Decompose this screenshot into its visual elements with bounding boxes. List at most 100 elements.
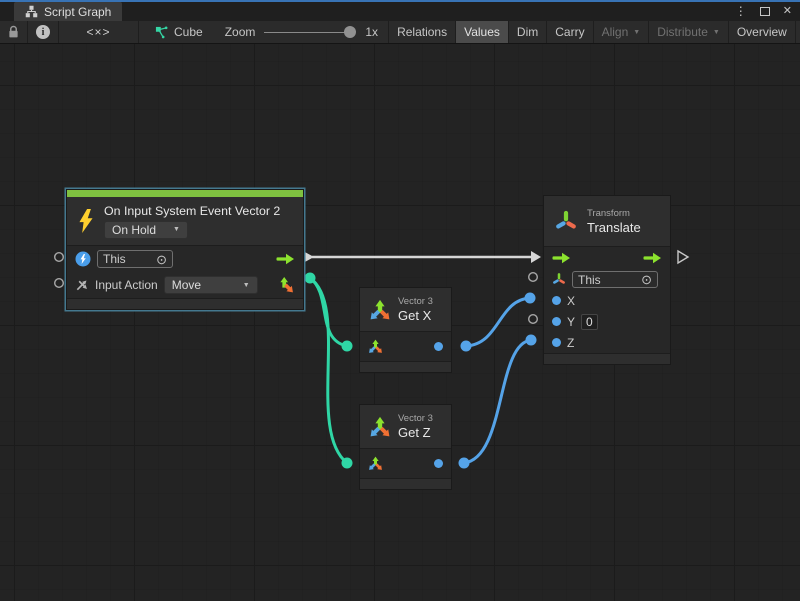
script-graph-window: Script Graph ⋮ ✕ i <×> Cube [0,0,800,601]
object-picker-icon[interactable]: ⊙ [641,273,652,286]
dim-button[interactable]: Dim [508,21,546,43]
translate-z-label: Z [567,336,574,350]
object-picker-icon[interactable]: ⊙ [156,253,167,266]
get-x-output-terminal[interactable] [461,341,472,352]
event-mode-dropdown[interactable]: On Hold ▼ [104,221,188,239]
get-x-category: Vector 3 [398,296,433,307]
translate-footer [544,353,670,364]
translate-y-label: Y [567,315,575,329]
vector2-output-port-icon[interactable] [277,276,295,294]
zoom-slider-track[interactable] [264,32,352,34]
event-node-footer [67,298,303,309]
vector2-output-terminal[interactable] [305,273,316,284]
values-button[interactable]: Values [455,21,508,43]
translate-target-field[interactable]: This ⊙ [572,271,658,288]
translate-z-terminal[interactable] [526,335,537,346]
translate-exit-triangle[interactable] [678,251,688,263]
translate-flow-row [544,247,670,269]
tab-script-graph[interactable]: Script Graph [14,2,122,21]
input-action-dropdown[interactable]: Move ▼ [164,276,258,294]
translate-y-value-field[interactable]: 0 [581,314,598,330]
get-x-port-row [360,332,451,361]
translate-body: This ⊙ X Y 0 Z [544,246,670,353]
get-x-input-terminal[interactable] [342,341,353,352]
titlebar: Script Graph ⋮ ✕ [0,0,800,21]
flow-output-port-icon[interactable] [276,253,295,265]
relations-button[interactable]: Relations [388,21,455,43]
get-z-category: Vector 3 [398,413,433,424]
event-accent-strip [67,190,303,197]
event-node-body: This ⊙ Input Act [67,245,303,298]
float-output-port[interactable] [434,342,443,351]
translate-y-port-ring[interactable] [529,315,538,324]
float-output-port[interactable] [434,459,443,468]
node-get-x[interactable]: Vector 3 Get X [359,287,452,373]
align-label: Align [602,25,629,39]
event-action-port-ring[interactable] [55,279,64,288]
close-button[interactable]: ✕ [783,6,792,17]
get-x-title: Get X [398,308,433,323]
input-system-icon[interactable] [75,251,91,267]
graph-breadcrumb[interactable]: Cube [139,21,215,43]
event-target-field[interactable]: This ⊙ [97,250,173,268]
zoom-value: 1x [365,25,378,39]
event-target-value: This [103,252,126,266]
float-wire-x[interactable] [466,298,530,346]
zoom-slider-knob[interactable] [344,26,356,38]
maximize-button[interactable] [760,7,770,16]
edit-code-button[interactable]: <×> [59,21,139,43]
flow-output-port-icon[interactable] [643,252,662,264]
distribute-button[interactable]: Distribute ▼ [648,21,728,43]
align-button[interactable]: Align ▼ [593,21,649,43]
get-z-header: Vector 3 Get Z [360,405,451,448]
translate-target-port-ring[interactable] [529,273,538,282]
transform-port-icon[interactable] [552,272,566,287]
node-on-input-system-event[interactable]: On Input System Event Vector 2 On Hold ▼… [66,189,304,310]
flow-input-port-icon[interactable] [552,252,571,264]
fullscreen-button[interactable]: Full Screen [795,21,800,43]
graph-canvas[interactable]: On Input System Event Vector 2 On Hold ▼… [0,44,800,601]
carry-button[interactable]: Carry [546,21,592,43]
transform-icon [554,209,578,234]
input-action-icon[interactable] [75,278,89,292]
lock-icon [8,25,19,39]
float-input-port[interactable] [552,317,561,326]
window-controls: ⋮ ✕ [735,5,792,17]
vector2-wire-to-get-z[interactable] [310,278,347,463]
float-wire-z[interactable] [464,340,531,463]
get-z-input-terminal[interactable] [342,458,353,469]
get-z-output-terminal[interactable] [459,458,470,469]
tab-title: Script Graph [44,5,111,19]
get-x-footer [360,361,451,372]
graph-asset-icon [155,26,168,39]
chevron-down-icon: ▼ [713,29,720,36]
node-get-z[interactable]: Vector 3 Get Z [359,404,452,490]
vector3-input-port-icon[interactable] [368,456,383,471]
float-input-port[interactable] [552,338,561,347]
get-z-title: Get Z [398,425,433,440]
lightning-bolt-icon [77,209,95,233]
vector3-icon [369,299,391,321]
graph-toolbar: i <×> Cube Zoom 1x Relations Values Dim … [0,21,800,44]
event-node-title: On Input System Event Vector 2 [104,204,280,218]
float-input-port[interactable] [552,296,561,305]
vector3-input-port-icon[interactable] [368,339,383,354]
inspect-button[interactable]: i [28,21,59,43]
window-menu-button[interactable]: ⋮ [735,5,747,17]
node-translate[interactable]: Transform Translate [543,195,671,365]
graph-tab-icon [25,5,38,18]
event-target-row: This ⊙ [67,246,303,272]
event-action-row: Input Action Move ▼ [67,272,303,298]
translate-x-terminal[interactable] [525,293,536,304]
event-target-port-ring[interactable] [55,253,64,262]
toolbar-right-group: Relations Values Dim Carry Align ▼ Distr… [388,21,800,43]
lock-button[interactable] [0,21,28,43]
zoom-slider[interactable] [264,26,356,38]
control-wire-dest-arrow [531,251,541,263]
zoom-control: Zoom 1x [215,21,388,43]
translate-z-row: Z [544,332,670,353]
get-z-footer [360,478,451,489]
overview-button[interactable]: Overview [728,21,795,43]
chevron-down-icon: ▼ [633,29,640,36]
translate-title: Translate [587,220,641,235]
